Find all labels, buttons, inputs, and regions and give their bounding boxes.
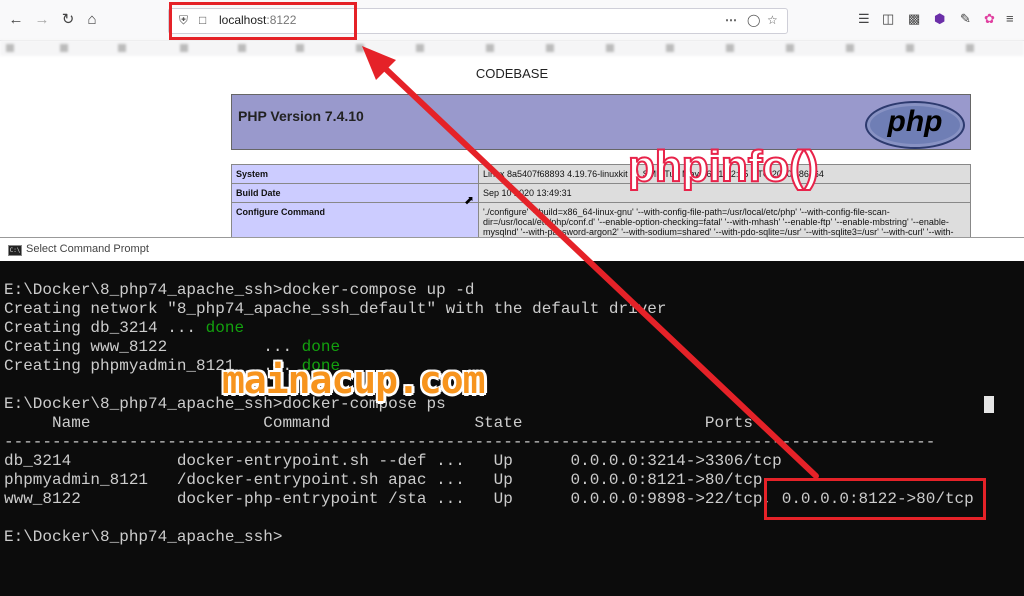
arrow-shaft	[369, 53, 819, 479]
phpinfo-callout: phpinfo()	[627, 141, 820, 192]
annotation-arrow	[362, 46, 819, 479]
watermark: mainacup.com	[222, 358, 486, 402]
